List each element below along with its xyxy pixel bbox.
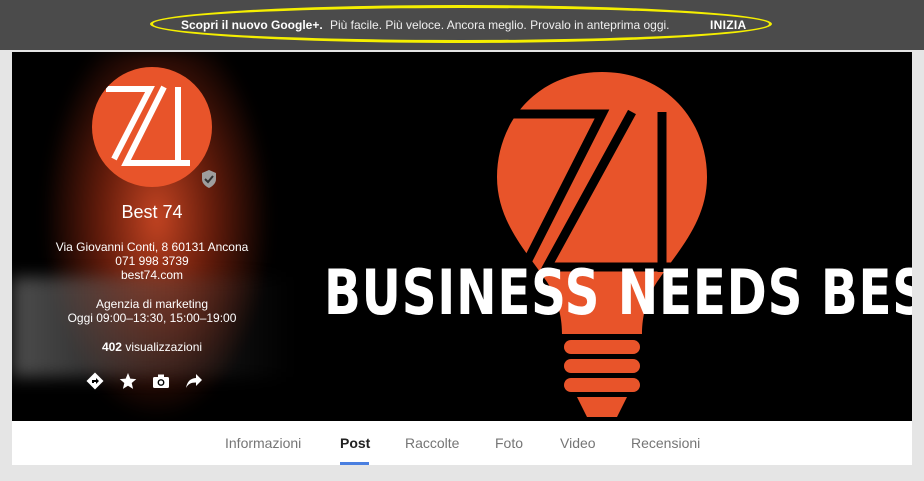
- promo-description: Più facile. Più veloce. Ancora meglio. P…: [330, 18, 670, 32]
- camera-icon[interactable]: [150, 370, 172, 392]
- phone-number[interactable]: 071 998 3739: [12, 254, 292, 268]
- blurred-background: [12, 277, 292, 377]
- start-button[interactable]: INIZIA: [710, 18, 746, 32]
- tab-recensioni[interactable]: Recensioni: [631, 435, 700, 451]
- tab-informazioni[interactable]: Informazioni: [225, 435, 301, 451]
- business-category: Agenzia di marketing: [95, 297, 209, 311]
- tab-foto[interactable]: Foto: [495, 435, 523, 451]
- views-count: 402 visualizzazioni: [12, 340, 292, 354]
- profile-tabs: Informazioni Post Raccolte Foto Video Re…: [12, 421, 912, 465]
- lightbulb-logo-icon: [497, 72, 707, 417]
- website-link[interactable]: best74.com: [12, 268, 292, 282]
- tab-video[interactable]: Video: [560, 435, 596, 451]
- address[interactable]: Via Giovanni Conti, 8 60131 Ancona: [12, 240, 292, 254]
- action-bar: [84, 370, 224, 394]
- tab-post[interactable]: Post: [340, 435, 370, 451]
- cover-banner: Best 74 Via Giovanni Conti, 8 60131 Anco…: [12, 52, 912, 421]
- logo-74-icon: [106, 85, 190, 166]
- views-label: visualizzazioni: [125, 340, 203, 354]
- views-number: 402: [101, 340, 122, 354]
- star-icon[interactable]: [117, 370, 139, 392]
- directions-icon[interactable]: [84, 370, 106, 392]
- opening-hours: Oggi 09:00–13:30, 15:00–19:00: [67, 311, 237, 325]
- tab-raccolte[interactable]: Raccolte: [405, 435, 459, 451]
- avatar[interactable]: [92, 67, 212, 187]
- page-title: Best 74: [121, 202, 183, 222]
- verified-shield-icon: [200, 169, 218, 189]
- share-icon[interactable]: [183, 370, 205, 392]
- promo-bar: Scopri il nuovo Google+. Più facile. Più…: [0, 0, 924, 50]
- active-tab-indicator: [340, 462, 369, 465]
- cover-headline: BUSINESS NEEDS BEST: [324, 256, 912, 329]
- promo-title: Scopri il nuovo Google+.: [181, 18, 323, 32]
